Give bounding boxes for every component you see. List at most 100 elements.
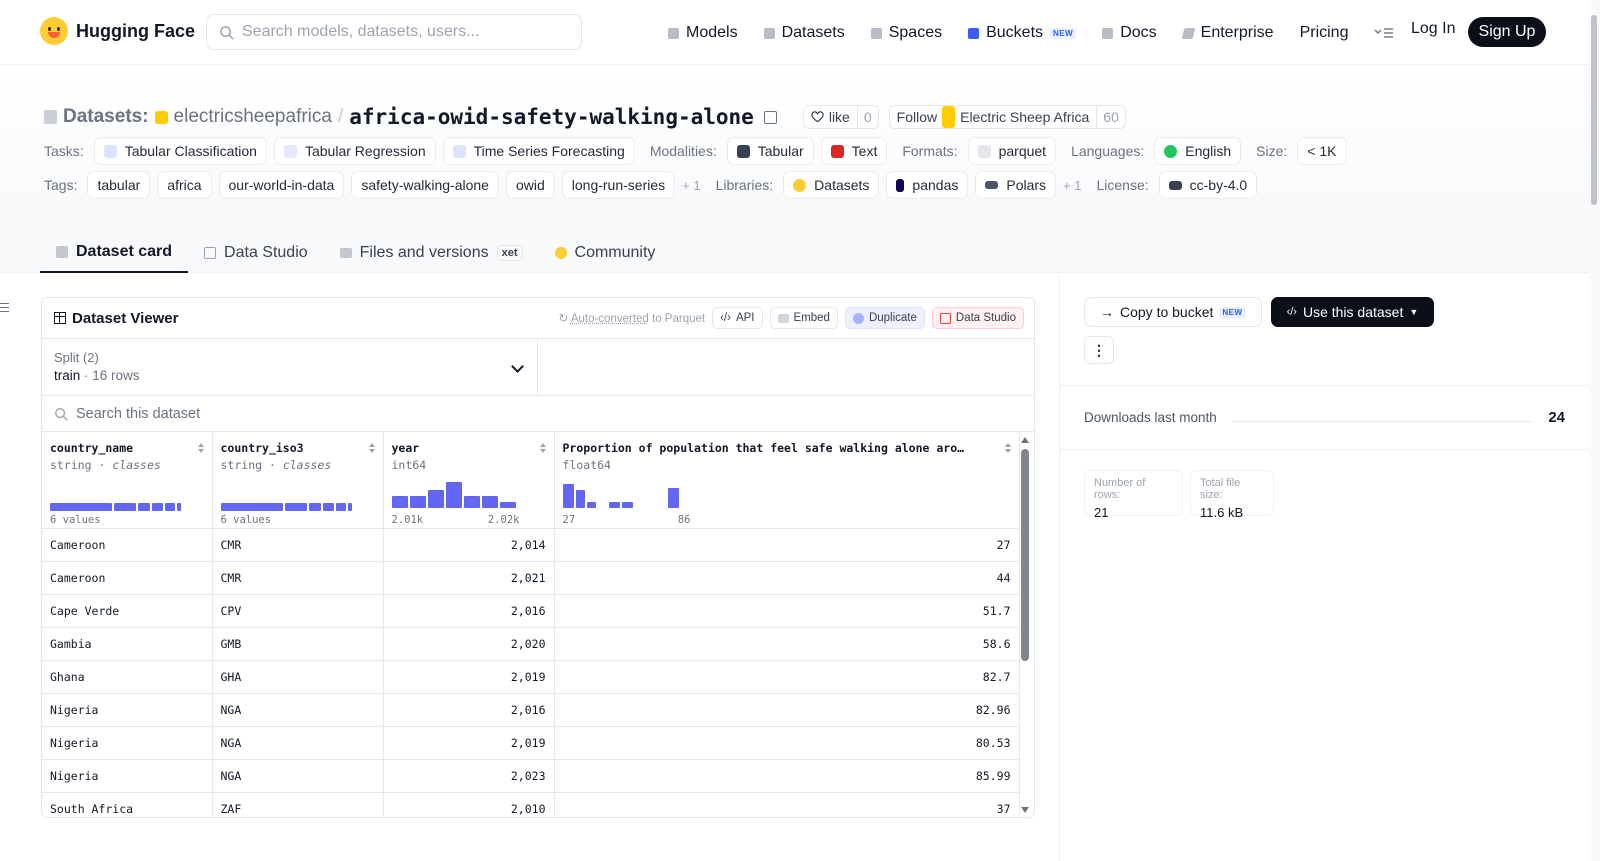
scroll-up-arrow-icon[interactable] <box>1021 437 1029 443</box>
table-cell[interactable]: 2,021 <box>383 561 555 595</box>
duplicate-button[interactable]: Duplicate <box>844 307 925 329</box>
table-cell[interactable]: 80.53 <box>554 726 1020 760</box>
table-cell[interactable]: 82.96 <box>554 693 1020 727</box>
table-cell[interactable]: ZAF <box>212 792 384 817</box>
table-scrollbar[interactable] <box>1020 437 1030 813</box>
global-search[interactable] <box>206 14 582 50</box>
tag-item[interactable]: long-run-series <box>561 171 676 199</box>
modality-tag[interactable]: Text <box>820 137 888 165</box>
tab-dataset-card[interactable]: Dataset card <box>40 233 189 273</box>
table-cell[interactable]: NGA <box>212 693 384 727</box>
tag-item[interactable]: our-world-in-data <box>218 171 345 199</box>
split-dropdown[interactable]: Split (2) train · 16 rows <box>42 339 538 395</box>
signup-button[interactable]: Sign Up <box>1468 17 1546 47</box>
table-cell[interactable]: 2,019 <box>383 726 555 760</box>
tag-item[interactable]: africa <box>157 171 212 199</box>
data-studio-button[interactable]: Data Studio <box>931 307 1024 329</box>
tab-files-and-versions[interactable]: Files and versions xet <box>324 233 539 273</box>
table-cell[interactable]: CPV <box>212 594 384 628</box>
api-button[interactable]: ‹/› API <box>712 307 763 329</box>
auto-converted-link[interactable]: Auto-converted <box>571 313 649 325</box>
nav-models[interactable]: Models <box>668 24 738 42</box>
table-cell[interactable]: 2,019 <box>383 660 555 694</box>
size-tag[interactable]: < 1K <box>1297 137 1347 165</box>
dataset-search-input[interactable] <box>76 405 476 422</box>
table-cell[interactable]: 2,020 <box>383 627 555 661</box>
tag-item[interactable]: tabular <box>87 171 151 199</box>
table-cell[interactable]: Gambia <box>42 627 213 661</box>
table-cell[interactable]: Ghana <box>42 660 213 694</box>
table-cell[interactable]: Nigeria <box>42 759 213 793</box>
table-row[interactable]: Ghana GHA 2,019 82.7 <box>42 660 1020 694</box>
table-cell[interactable]: CMR <box>212 561 384 595</box>
table-cell[interactable]: CMR <box>212 528 384 562</box>
repo-owner-link[interactable]: electricsheepafrica <box>174 106 332 128</box>
library-tag[interactable]: Polars <box>975 171 1057 199</box>
table-cell[interactable]: 2,010 <box>383 792 555 817</box>
table-cell[interactable]: 27 <box>554 528 1020 562</box>
table-row[interactable]: Cameroon CMR 2,021 44 <box>42 561 1020 595</box>
sort-icon[interactable] <box>368 443 375 453</box>
table-cell[interactable]: GHA <box>212 660 384 694</box>
nav-buckets[interactable]: Buckets NEW <box>968 24 1077 42</box>
language-tag[interactable]: English <box>1154 137 1242 165</box>
nav-spaces[interactable]: Spaces <box>870 24 942 42</box>
table-cell[interactable]: Cameroon <box>42 528 213 562</box>
table-row[interactable]: Cape Verde CPV 2,016 51.7 <box>42 594 1020 628</box>
page-scrollbar-thumb[interactable] <box>1591 15 1597 205</box>
column-header[interactable]: year int64 2.01k 2.02k <box>383 432 555 529</box>
copy-icon[interactable] <box>763 110 777 124</box>
more-libraries-button[interactable]: + 1 <box>1063 178 1081 193</box>
table-cell[interactable]: 37 <box>554 792 1020 817</box>
sort-icon[interactable] <box>539 443 546 453</box>
task-tag[interactable]: Time Series Forecasting <box>442 137 635 165</box>
table-cell[interactable]: GMB <box>212 627 384 661</box>
table-cell[interactable]: 44 <box>554 561 1020 595</box>
like-button[interactable]: like 0 <box>802 105 879 129</box>
nav-docs[interactable]: Docs <box>1102 24 1157 42</box>
sort-icon[interactable] <box>197 443 204 453</box>
library-tag[interactable]: pandas <box>886 171 969 199</box>
column-header[interactable]: country_iso3 string · classes 6 values <box>212 432 384 529</box>
table-row[interactable]: Cameroon CMR 2,014 27 <box>42 528 1020 562</box>
table-row[interactable]: Nigeria NGA 2,023 85.99 <box>42 759 1020 793</box>
table-cell[interactable]: Nigeria <box>42 693 213 727</box>
table-row[interactable]: Nigeria NGA 2,016 82.96 <box>42 693 1020 727</box>
table-cell[interactable]: Nigeria <box>42 726 213 760</box>
table-cell[interactable]: NGA <box>212 726 384 760</box>
login-link[interactable]: Log In <box>1411 20 1455 38</box>
table-cell[interactable]: NGA <box>212 759 384 793</box>
table-cell[interactable]: 2,016 <box>383 693 555 727</box>
brand-logo[interactable]: Hugging Face <box>40 17 195 45</box>
scroll-down-arrow-icon[interactable] <box>1021 807 1029 813</box>
follow-button[interactable]: Follow Electric Sheep Africa 60 <box>888 105 1126 129</box>
side-menu-icon[interactable] <box>0 303 9 312</box>
tag-item[interactable]: owid <box>505 171 555 199</box>
table-cell[interactable]: 2,023 <box>383 759 555 793</box>
table-cell[interactable]: South Africa <box>42 792 213 817</box>
more-tags-button[interactable]: + 1 <box>682 178 700 193</box>
nav-pricing[interactable]: Pricing <box>1300 24 1349 42</box>
table-cell[interactable]: Cape Verde <box>42 594 213 628</box>
table-cell[interactable]: 2,014 <box>383 528 555 562</box>
task-tag[interactable]: Tabular Classification <box>93 137 267 165</box>
auto-converted-note[interactable]: ↻ Auto-converted to Parquet <box>559 311 705 325</box>
copy-to-bucket-button[interactable]: → Copy to bucket NEW <box>1084 297 1262 327</box>
table-row[interactable]: South Africa ZAF 2,010 37 <box>42 792 1020 817</box>
license-tag[interactable]: cc-by-4.0 <box>1158 171 1258 199</box>
embed-button[interactable]: Embed <box>769 307 838 329</box>
table-cell[interactable]: 58.6 <box>554 627 1020 661</box>
page-scrollbar[interactable] <box>1588 0 1600 861</box>
format-tag[interactable]: parquet <box>967 137 1057 165</box>
tab-data-studio[interactable]: Data Studio <box>188 233 324 273</box>
nav-datasets[interactable]: Datasets <box>763 24 845 42</box>
use-this-dataset-button[interactable]: ‹/› Use this dataset ▼ <box>1270 297 1435 327</box>
library-tag[interactable]: Datasets <box>783 171 880 199</box>
repo-name[interactable]: africa-owid-safety-walking-alone <box>349 105 754 129</box>
dataset-search[interactable] <box>42 396 1034 432</box>
task-tag[interactable]: Tabular Regression <box>273 137 436 165</box>
table-row[interactable]: Gambia GMB 2,020 58.6 <box>42 627 1020 661</box>
modality-tag[interactable]: Tabular <box>726 137 814 165</box>
nav-more-menu[interactable] <box>1374 27 1394 39</box>
column-header[interactable]: country_name string · classes 6 values <box>42 432 213 529</box>
